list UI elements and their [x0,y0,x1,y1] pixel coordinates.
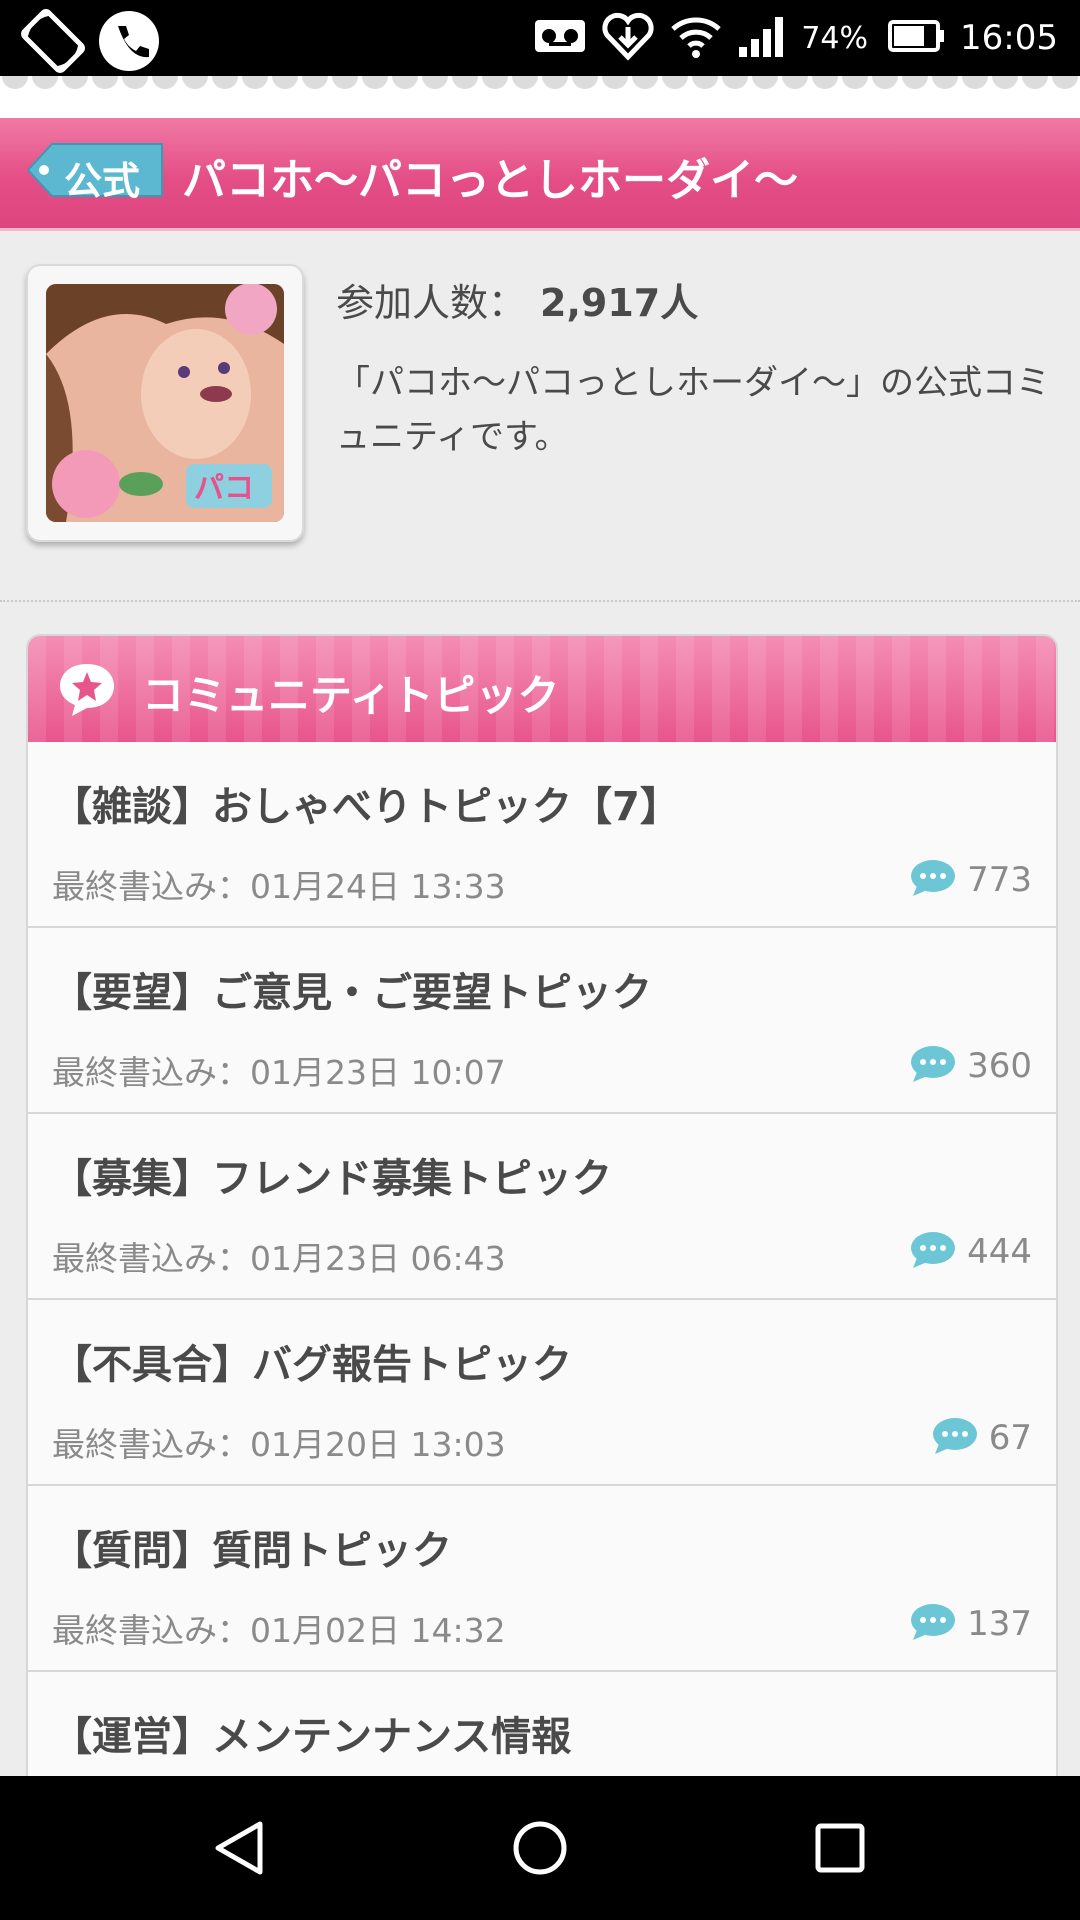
topic-item[interactable]: 【雑談】おしゃべりトピック【7】 最終書込み：01月24日 13:33 773 [28,742,1056,928]
topic-title: 【雑談】おしゃべりトピック【7】 [52,784,680,830]
topic-count: 360 [967,1046,1032,1086]
rotate-icon [18,6,88,80]
comment-bubble-icon [931,1416,979,1460]
decorative-scallop-border [0,76,1080,120]
topic-count: 137 [967,1604,1032,1644]
topic-last-post: 最終書込み：01月02日 14:32 [52,1611,506,1650]
community-topics-panel: コミュニティトピック 【雑談】おしゃべりトピック【7】 最終書込み：01月24日… [26,634,1058,1838]
system-navigation-bar [0,1776,1080,1920]
topics-panel-header: コミュニティトピック [28,636,1056,742]
signal-icon [737,13,787,63]
voicemail-icon [533,16,587,60]
topic-title: 【要望】ご意見・ご要望トピック [52,970,652,1016]
comment-bubble-icon [909,1602,957,1646]
official-badge-label: 公式 [64,159,141,203]
community-info: パコ 参加人数： 2,917人 「パコホ〜パコっとしホーダイ〜」の公式コミュニティ… [0,232,1080,602]
community-header: 公式 パコホ〜パコっとしホーダイ〜 [0,118,1080,228]
community-thumbnail: パコ [46,284,284,522]
comment-bubble-icon [909,1230,957,1274]
topic-count: 444 [967,1232,1032,1272]
topic-comment-count: 444 [909,1230,1032,1274]
comment-bubble-icon [909,858,957,902]
comment-bubble-icon [909,1044,957,1088]
member-count-label: 参加人数： [336,281,527,325]
clock: 16:05 [960,18,1058,58]
call-icon [94,6,164,80]
topic-title: 【不具合】バグ報告トピック [52,1342,572,1388]
topic-count: 773 [967,860,1032,900]
divider [0,600,1080,602]
wifi-icon [669,13,723,63]
topic-title: 【質問】質問トピック [52,1528,452,1574]
heart-download-icon [601,9,655,67]
topic-list: 【雑談】おしゃべりトピック【7】 最終書込み：01月24日 13:33 773 … [28,742,1056,1836]
topic-item[interactable]: 【募集】フレンド募集トピック 最終書込み：01月23日 06:43 444 [28,1114,1056,1300]
home-icon[interactable] [510,1818,570,1878]
topic-count: 67 [988,1418,1032,1458]
topic-item[interactable]: 【要望】ご意見・ご要望トピック 最終書込み：01月23日 10:07 360 [28,928,1056,1114]
topic-last-post: 最終書込み：01月24日 13:33 [52,867,506,906]
battery-icon [888,19,946,57]
topic-comment-count: 137 [909,1602,1032,1646]
member-count-line: 参加人数： 2,917人 [336,272,698,327]
status-bar: 74% 16:05 [0,0,1080,76]
topic-last-post: 最終書込み：01月23日 10:07 [52,1053,506,1092]
back-icon[interactable] [210,1818,270,1878]
svg-text:パコ: パコ [194,471,254,506]
member-count: 2,917人 [540,281,699,325]
battery-percent: 74% [801,20,869,56]
community-description: 「パコホ〜パコっとしホーダイ〜」の公式コミュニティです。 [336,363,1050,457]
topic-last-post: 最終書込み：01月20日 13:03 [52,1425,506,1464]
topic-title: 【運営】メンテンナンス情報 [52,1714,572,1760]
recents-icon[interactable] [810,1818,870,1878]
page-title: パコホ〜パコっとしホーダイ〜 [182,155,798,206]
topics-panel-title: コミュニティトピック [142,671,560,720]
topic-last-post: 最終書込み：01月23日 06:43 [52,1239,506,1278]
topic-comment-count: 67 [931,1416,1032,1460]
topic-comment-count: 360 [909,1044,1032,1088]
topic-item[interactable]: 【不具合】バグ報告トピック 最終書込み：01月20日 13:03 67 [28,1300,1056,1486]
star-bubble-icon [56,660,118,722]
community-thumbnail-frame: パコ [26,264,304,542]
topic-title: 【募集】フレンド募集トピック [52,1156,612,1202]
topic-item[interactable]: 【質問】質問トピック 最終書込み：01月02日 14:32 137 [28,1486,1056,1672]
topic-comment-count: 773 [909,858,1032,902]
official-badge: 公式 [26,142,166,203]
